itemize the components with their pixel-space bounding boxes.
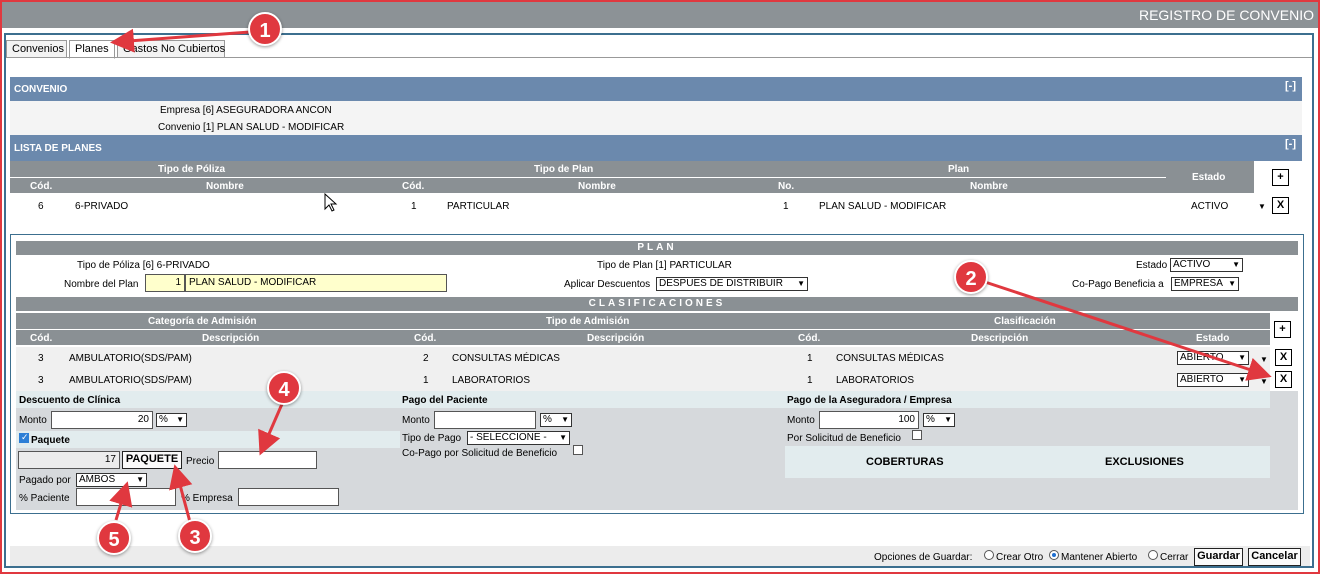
arrow-1	[110, 28, 251, 53]
annotation-badge-5: 5	[97, 521, 131, 555]
arrow-3	[169, 464, 193, 523]
arrow-5	[109, 481, 133, 521]
annotation-badge-2: 2	[954, 260, 988, 294]
arrow-2	[984, 280, 1272, 381]
annotation-arrows	[109, 28, 1272, 523]
arrow-4	[258, 403, 284, 456]
annotation-badge-3: 3	[178, 519, 212, 553]
annotation-badge-1: 1	[248, 12, 282, 46]
annotation-badge-4: 4	[267, 371, 301, 405]
